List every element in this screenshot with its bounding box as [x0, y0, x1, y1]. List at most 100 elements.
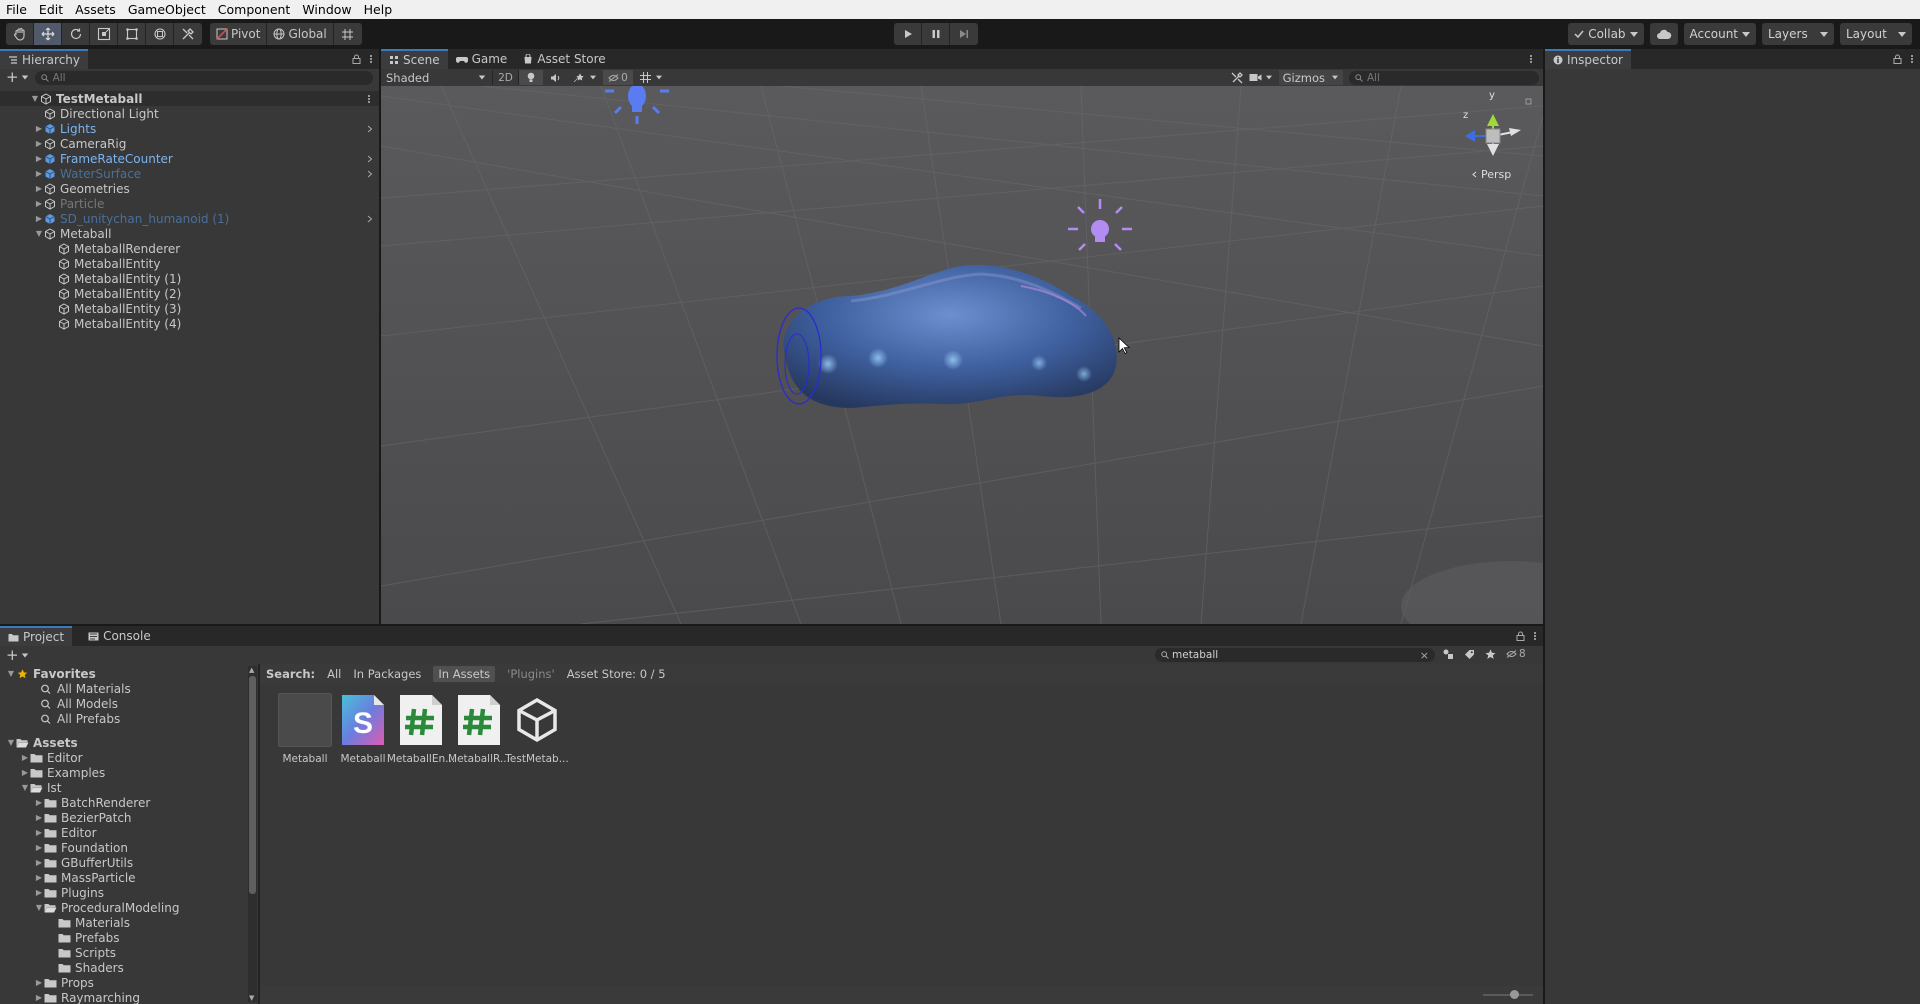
expand-arrow[interactable]: ▼	[34, 229, 44, 238]
hierarchy-item[interactable]: ▶ Particle	[0, 196, 379, 211]
hierarchy-item[interactable]: ▶ CameraRig	[0, 136, 379, 151]
hierarchy-item[interactable]: ▼ Metaball	[0, 226, 379, 241]
effects-dropdown[interactable]	[567, 70, 603, 85]
scope-plugins[interactable]: 'Plugins'	[507, 667, 555, 681]
folder-item[interactable]: Prefabs	[0, 930, 120, 945]
asset-item[interactable]: MetaballR...	[448, 692, 510, 765]
hierarchy-item[interactable]: MetaballEntity	[0, 256, 379, 271]
lock-icon[interactable]	[1516, 631, 1525, 641]
hierarchy-item[interactable]: MetaballEntity (2)	[0, 286, 379, 301]
folder-item[interactable]: ▶ MassParticle	[0, 870, 136, 885]
menu-edit[interactable]: Edit	[33, 0, 69, 19]
hierarchy-item[interactable]: MetaballEntity (4)	[0, 316, 379, 331]
expand-arrow[interactable]: ▼	[20, 783, 30, 792]
zoom-slider-handle[interactable]	[1510, 990, 1519, 999]
expand-arrow[interactable]: ▶	[34, 139, 44, 148]
layers-dropdown[interactable]: Layers	[1762, 23, 1834, 45]
shading-dropdown[interactable]: Shaded	[383, 70, 493, 85]
expand-arrow[interactable]: ▶	[20, 753, 30, 762]
camera-dropdown[interactable]	[1249, 73, 1273, 82]
asset-item[interactable]: TestMetab...	[505, 692, 569, 765]
star-icon[interactable]	[1485, 649, 1496, 660]
collab-dropdown[interactable]: Collab	[1568, 23, 1644, 45]
hierarchy-item[interactable]: ▶ WaterSurface	[0, 166, 379, 181]
audio-toggle[interactable]	[543, 70, 567, 85]
lighting-toggle[interactable]	[519, 70, 543, 85]
label-tag-icon[interactable]	[1464, 649, 1475, 660]
folder-item[interactable]: ▶ Examples	[0, 765, 105, 780]
expand-arrow[interactable]: ▼	[6, 669, 16, 678]
pause-button[interactable]	[922, 23, 950, 45]
hierarchy-item[interactable]: MetaballEntity (1)	[0, 271, 379, 286]
expand-arrow[interactable]: ▶	[34, 199, 44, 208]
lock-icon[interactable]	[352, 54, 361, 64]
chevron-right-icon[interactable]	[367, 155, 373, 163]
folder-item[interactable]: ▶ BatchRenderer	[0, 795, 150, 810]
pivot-toggle[interactable]: Pivot	[210, 23, 268, 45]
favorite-item[interactable]: All Models	[0, 696, 118, 711]
tab-project[interactable]: Project	[0, 626, 73, 646]
asset-item[interactable]: MetaballEn...	[387, 692, 455, 765]
folder-item[interactable]: ▶ Editor	[0, 825, 97, 840]
folder-item[interactable]: ▶ Foundation	[0, 840, 128, 855]
scale-tool-button[interactable]	[90, 23, 118, 45]
folder-item[interactable]: ▶ GBufferUtils	[0, 855, 133, 870]
rect-tool-button[interactable]	[118, 23, 146, 45]
scene-more-icon[interactable]	[367, 94, 371, 104]
hidden-packages-toggle[interactable]: 8	[1506, 648, 1526, 660]
hierarchy-item[interactable]: ▶ SD_unitychan_humanoid (1)	[0, 211, 379, 226]
assets-root[interactable]: ▼ Assets	[0, 735, 78, 750]
expand-arrow[interactable]: ▼	[6, 738, 16, 747]
grid-snap-button[interactable]	[334, 23, 362, 45]
expand-arrow[interactable]: ▶	[34, 798, 44, 807]
expand-arrow[interactable]: ▶	[34, 828, 44, 837]
chevron-right-icon[interactable]	[367, 125, 373, 133]
expand-arrow[interactable]: ▶	[20, 768, 30, 777]
hidden-objects-toggle[interactable]: 0	[603, 70, 633, 85]
scene-tools-icon[interactable]	[1231, 71, 1243, 84]
tab-asset-store[interactable]: Asset Store	[515, 49, 613, 69]
folder-item[interactable]: Shaders	[0, 960, 124, 975]
asset-item[interactable]: Metaball	[274, 692, 336, 765]
folder-item[interactable]: Scripts	[0, 945, 116, 960]
tree-scrollbar-thumb[interactable]	[249, 676, 256, 894]
scope-in-assets[interactable]: In Assets	[433, 666, 496, 682]
scope-in-packages[interactable]: In Packages	[353, 667, 421, 681]
expand-arrow[interactable]: ▶	[34, 873, 44, 882]
scope-all[interactable]: All	[327, 667, 341, 681]
cloud-button[interactable]	[1649, 23, 1678, 45]
hierarchy-item[interactable]: ▶ FrameRateCounter	[0, 151, 379, 166]
expand-arrow[interactable]: ▶	[34, 978, 44, 987]
grid-dropdown[interactable]	[633, 70, 669, 85]
play-button[interactable]	[894, 23, 922, 45]
gizmos-dropdown[interactable]: Gizmos	[1278, 70, 1343, 85]
more-icon[interactable]	[1533, 631, 1537, 641]
rotate-tool-button[interactable]	[62, 23, 90, 45]
folder-item[interactable]: Materials	[0, 915, 130, 930]
chevron-right-icon[interactable]	[367, 215, 373, 223]
global-toggle[interactable]: Global	[267, 23, 334, 45]
expand-arrow[interactable]: ▶	[34, 124, 44, 133]
hierarchy-item[interactable]: MetaballRenderer	[0, 241, 379, 256]
hierarchy-item[interactable]: Directional Light	[0, 106, 379, 121]
project-search-input[interactable]: metaball ×	[1155, 648, 1435, 662]
2d-toggle[interactable]: 2D	[493, 70, 519, 85]
asset-item[interactable]: S Metaball	[332, 692, 394, 765]
account-dropdown[interactable]: Account	[1683, 23, 1756, 45]
tab-console[interactable]: Console	[80, 626, 159, 646]
tab-inspector[interactable]: Inspector	[1545, 49, 1631, 69]
more-icon[interactable]	[369, 54, 373, 64]
hierarchy-search[interactable]: All	[34, 70, 373, 85]
expand-arrow[interactable]: ▶	[34, 214, 44, 223]
scene-more-icon[interactable]	[1529, 54, 1533, 64]
tab-hierarchy[interactable]: Hierarchy	[0, 49, 89, 69]
more-icon[interactable]	[1910, 54, 1914, 64]
custom-tool-button[interactable]	[174, 23, 202, 45]
hierarchy-item[interactable]: MetaballEntity (3)	[0, 301, 379, 316]
layout-dropdown[interactable]: Layout	[1840, 23, 1912, 45]
expand-arrow[interactable]: ▶	[34, 858, 44, 867]
tree-scrollbar[interactable]: ▲ ▼	[248, 666, 257, 1002]
favorites-root[interactable]: ▼ Favorites	[0, 666, 96, 681]
favorite-item[interactable]: All Prefabs	[0, 711, 120, 726]
folder-item[interactable]: ▶ Props	[0, 975, 94, 990]
